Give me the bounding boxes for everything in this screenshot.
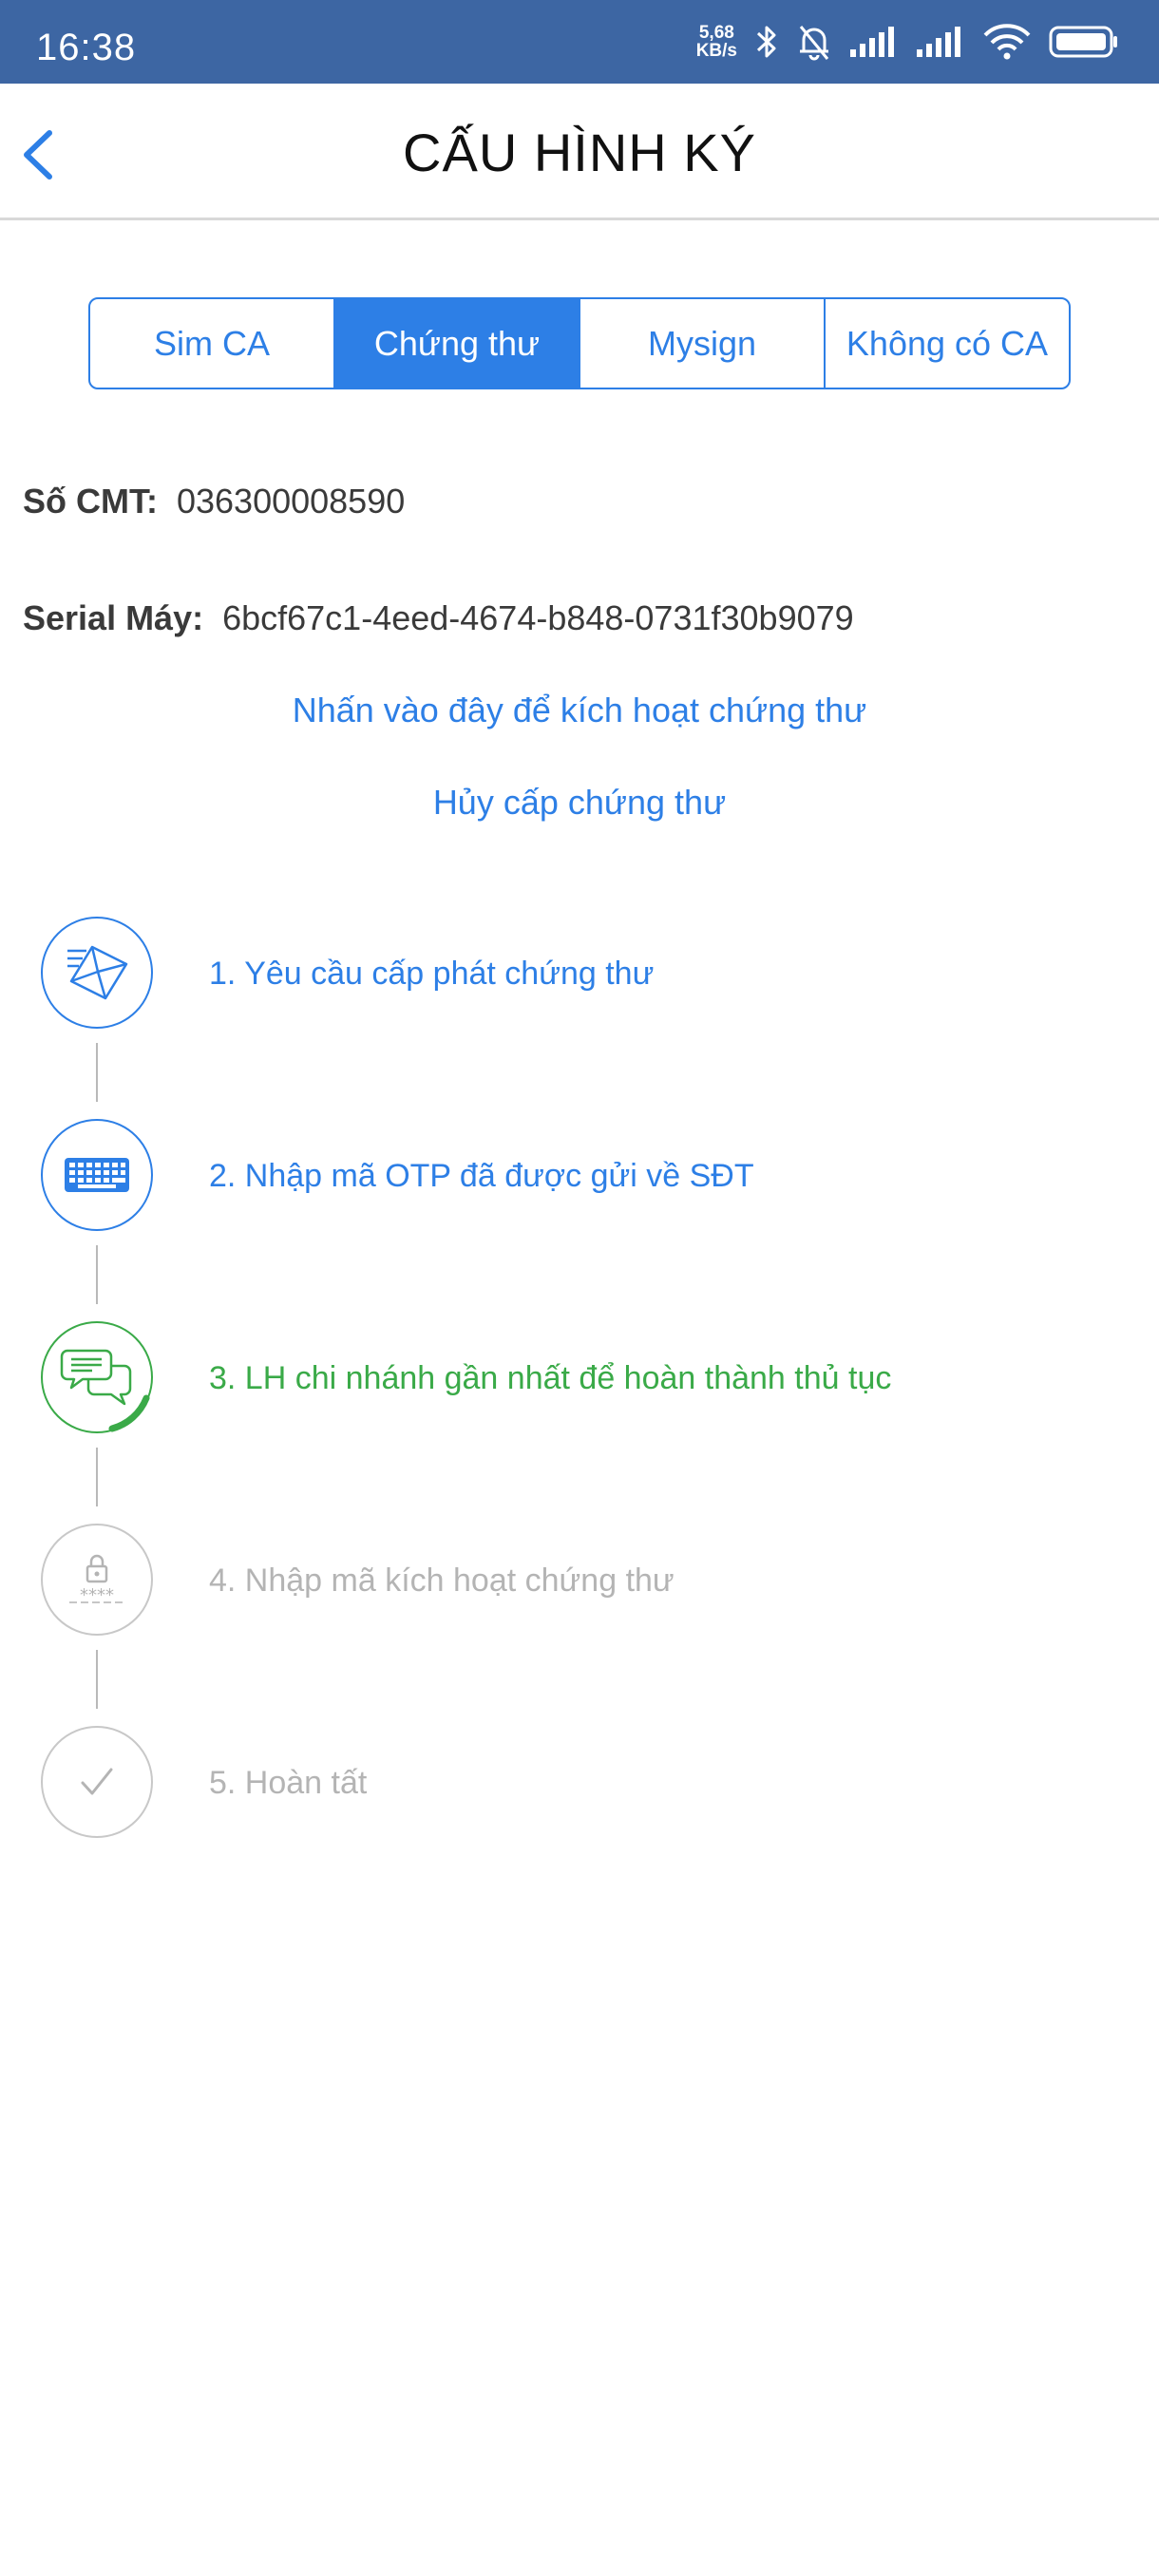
step-connector bbox=[96, 1043, 98, 1102]
tab-sim-ca[interactable]: Sim CA bbox=[90, 299, 335, 388]
status-bar: 16:38 5,68 KB/s bbox=[0, 0, 1159, 84]
step-5-circle bbox=[41, 1726, 153, 1838]
step-3-circle bbox=[41, 1321, 153, 1433]
activate-certificate-link[interactable]: Nhấn vào đây để kích hoạt chứng thư bbox=[0, 691, 1159, 730]
network-speed-unit: KB/s bbox=[695, 41, 737, 61]
tab-mysign[interactable]: Mysign bbox=[580, 299, 826, 388]
envelope-icon bbox=[67, 945, 128, 1000]
cmt-label: Số CMT: bbox=[23, 482, 158, 521]
serial-row: Serial Máy: 6bcf67c1-4eed-4674-b848-0731f… bbox=[23, 598, 854, 638]
step-3-label: 3. LH chi nhánh gần nhất để hoàn thành t… bbox=[209, 1360, 892, 1396]
step-connector bbox=[96, 1650, 98, 1709]
network-speed: 5,68 KB/s bbox=[696, 24, 737, 60]
keyboard-icon bbox=[65, 1158, 129, 1192]
step-5-label: 5. Hoàn tất bbox=[209, 1765, 368, 1801]
signal-icon bbox=[917, 27, 960, 57]
serial-value: 6bcf67c1-4eed-4674-b848-0731f30b9079 bbox=[222, 598, 854, 637]
progress-arc bbox=[108, 1394, 150, 1432]
revoke-certificate-link[interactable]: Hủy cấp chứng thư bbox=[0, 783, 1159, 823]
step-2-circle bbox=[41, 1119, 153, 1231]
step-connector bbox=[96, 1448, 98, 1506]
step-2-label: 2. Nhập mã OTP đã được gửi về SĐT bbox=[209, 1158, 754, 1194]
step-connector bbox=[96, 1245, 98, 1304]
bluetooth-icon bbox=[756, 26, 776, 58]
tab-khong-co-ca[interactable]: Không có CA bbox=[826, 299, 1069, 388]
app-header: CẤU HÌNH KÝ bbox=[0, 84, 1159, 220]
tab-chung-thu[interactable]: Chứng thư bbox=[335, 299, 580, 388]
serial-label: Serial Máy: bbox=[23, 598, 204, 637]
cmt-value: 036300008590 bbox=[176, 482, 406, 521]
lock-code-icon: **** bbox=[69, 1554, 124, 1605]
step-4-label: 4. Nhập mã kích hoạt chứng thư bbox=[209, 1563, 674, 1599]
network-speed-value: 5,68 bbox=[698, 23, 734, 43]
step-4-circle: **** bbox=[41, 1524, 153, 1636]
page-title: CẤU HÌNH KÝ bbox=[403, 123, 756, 182]
ca-type-tabs: Sim CA Chứng thư Mysign Không có CA bbox=[88, 297, 1071, 389]
cmt-row: Số CMT: 036300008590 bbox=[23, 482, 405, 521]
status-icons: 5,68 KB/s bbox=[696, 21, 1119, 63]
checkmark-icon bbox=[81, 1768, 113, 1795]
wifi-icon bbox=[983, 24, 1031, 60]
battery-icon bbox=[1049, 26, 1117, 58]
signal-icon bbox=[850, 27, 894, 57]
mute-bell-icon bbox=[799, 26, 829, 61]
step-1-label: 1. Yêu cầu cấp phát chứng thư bbox=[209, 956, 655, 992]
step-1-circle bbox=[41, 917, 153, 1029]
status-time: 16:38 bbox=[36, 27, 137, 68]
